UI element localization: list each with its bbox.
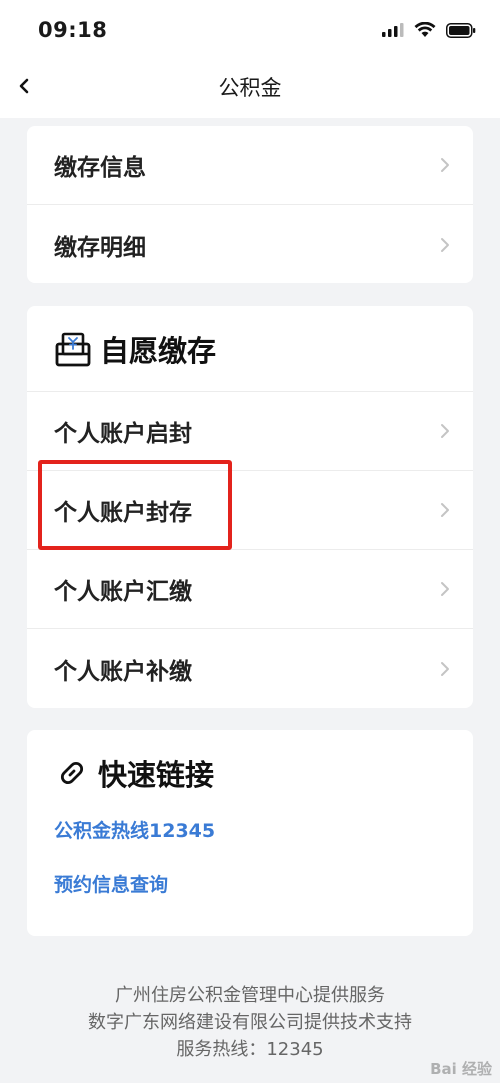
footer-support-text: 数字广东网络建设有限公司提供技术支持 [88,1012,412,1033]
deposit-info-card: 缴存信息 缴存明细 [27,126,473,283]
section-title: 自愿缴存 [100,333,217,368]
chevron-right-icon [441,582,449,596]
chevron-right-icon [441,237,449,252]
menu-item-account-seal[interactable]: 个人账户封存 [27,471,473,550]
menu-item-label: 个人账户启封 [54,421,192,447]
section-header: 自愿缴存 [27,306,473,392]
chevron-right-icon [441,661,449,676]
navigation-bar: 公积金 [0,62,500,112]
top-bar: 09:18 公积金 [0,0,500,118]
status-bar: 09:18 [0,0,500,62]
section-title: 快速链接 [98,758,215,792]
menu-item-label: 缴存明细 [54,234,146,261]
status-time: 09:18 [38,18,108,42]
footer-service-text: 广州住房公积金管理中心提供服务 [115,985,385,1006]
menu-item-account-remit[interactable]: 个人账户汇缴 [27,550,473,629]
menu-item-label: 个人账户汇缴 [54,579,192,605]
menu-item-label: 个人账户封存 [54,500,192,526]
footer-hotline-text: 服务热线：12345 [176,1039,324,1060]
link-icon [60,761,84,785]
chevron-right-icon [441,158,449,172]
hotline-link[interactable]: 公积金热线12345 [27,816,473,843]
menu-item-label: 个人账户补缴 [54,658,192,685]
footer: 广州住房公积金管理中心提供服务 数字广东网络建设有限公司提供技术支持 服务热线：… [0,982,500,1063]
section-header: 快速链接 [27,730,473,816]
menu-item-deposit-detail[interactable]: 缴存明细 [27,205,473,284]
deposit-box-icon [55,332,91,366]
cellular-signal-icon [382,23,404,37]
chevron-right-icon [441,424,449,438]
menu-item-deposit-info[interactable]: 缴存信息 [27,126,473,205]
watermark: Bai 经验 [430,1060,492,1078]
menu-item-label: 缴存信息 [54,155,146,181]
wifi-icon [414,22,436,37]
battery-icon [446,22,476,38]
quick-links-card: 快速链接 公积金热线12345 预约信息查询 [27,730,473,936]
appointment-query-link[interactable]: 预约信息查询 [27,870,473,897]
chevron-right-icon [441,503,449,517]
voluntary-deposit-card: 自愿缴存 个人账户启封 个人账户封存 个人账户汇缴 个人账户补缴 [27,306,473,708]
menu-item-account-supplement[interactable]: 个人账户补缴 [27,629,473,708]
page-title: 公积金 [218,76,282,100]
system-icons [382,22,476,38]
menu-item-account-unseal[interactable]: 个人账户启封 [27,392,473,471]
